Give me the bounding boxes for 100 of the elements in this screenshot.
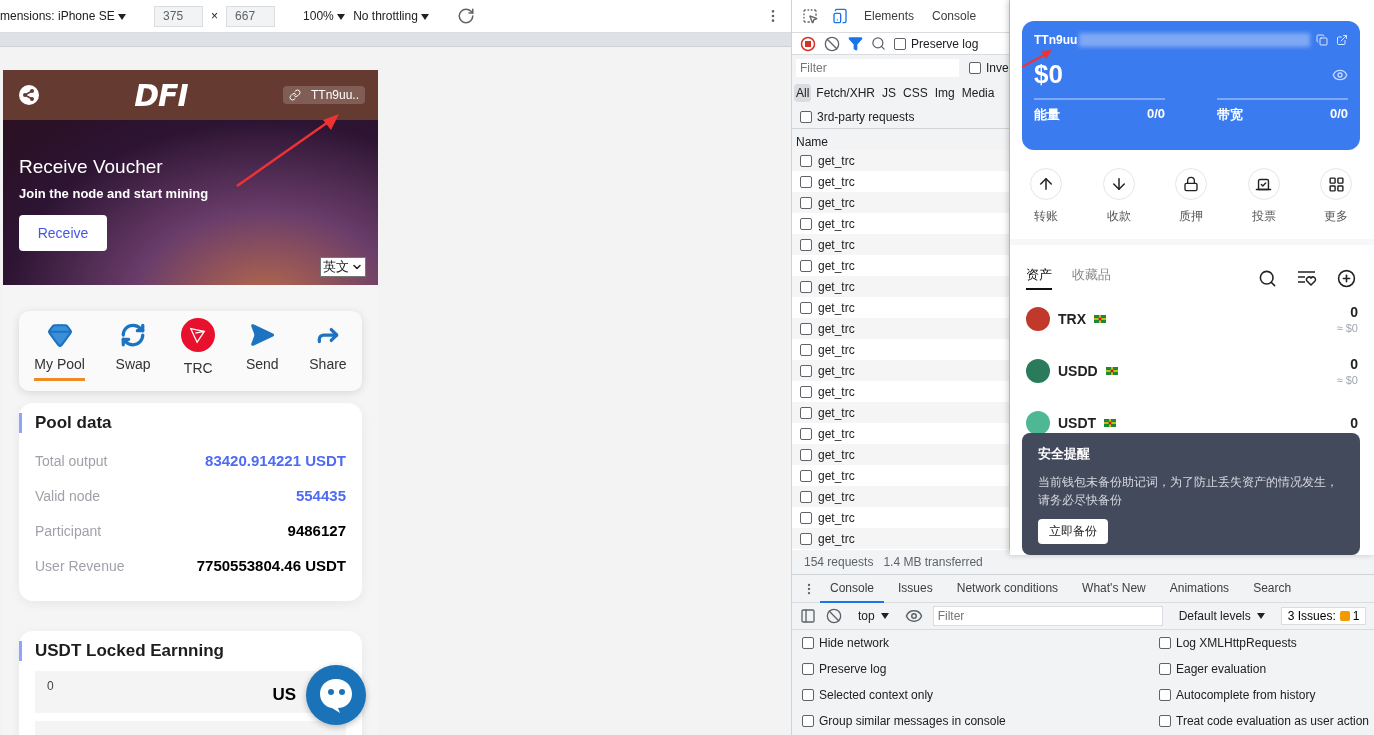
add-icon[interactable] xyxy=(1337,268,1356,288)
nav-item[interactable]: TRC xyxy=(181,317,216,385)
checkbox[interactable] xyxy=(800,511,812,524)
checkbox[interactable] xyxy=(800,469,812,482)
inspect-icon[interactable] xyxy=(802,8,818,24)
checkbox[interactable] xyxy=(800,343,812,356)
type-filter[interactable]: CSS xyxy=(901,84,930,102)
drawer-tab[interactable]: Network conditions xyxy=(946,574,1069,603)
request-name[interactable]: get_trc xyxy=(818,321,855,336)
request-name[interactable]: get_trc xyxy=(818,447,855,462)
drawer-tab[interactable]: Animations xyxy=(1159,574,1240,603)
token-symbol[interactable]: TRX xyxy=(1058,311,1086,327)
throttling-dropdown[interactable]: No throttling xyxy=(353,9,430,23)
width-field[interactable]: 375 xyxy=(154,5,204,27)
filter-icon[interactable] xyxy=(848,36,863,51)
drawer-tab[interactable]: Console xyxy=(820,574,885,603)
setting-checkbox[interactable]: Group similar messages in console xyxy=(802,714,1006,728)
levels-dropdown[interactable]: Default levels xyxy=(1172,608,1271,624)
request-name[interactable]: get_trc xyxy=(818,468,855,483)
request-name[interactable]: get_trc xyxy=(818,237,855,252)
checkbox[interactable] xyxy=(800,175,812,188)
request-name[interactable]: get_trc xyxy=(818,405,855,420)
request-name[interactable]: get_trc xyxy=(818,258,855,273)
checkbox[interactable] xyxy=(800,385,812,398)
setting-checkbox[interactable]: Hide network xyxy=(802,636,890,650)
checkbox[interactable] xyxy=(800,196,812,209)
wallet-address-pill[interactable]: TTn9uu.. xyxy=(282,86,365,104)
asset-tab[interactable]: 资产 xyxy=(1026,266,1052,290)
request-name[interactable]: get_trc xyxy=(818,426,855,441)
drawer-tab[interactable]: What's New xyxy=(1072,574,1156,603)
record-icon[interactable] xyxy=(800,35,816,52)
device-toggle-icon[interactable] xyxy=(832,8,848,24)
checkbox[interactable] xyxy=(800,217,812,230)
checkbox[interactable] xyxy=(800,532,812,545)
filter-field[interactable]: Filter xyxy=(796,59,959,77)
nav-item[interactable]: Swap xyxy=(115,321,151,381)
drawer-tab[interactable]: Search xyxy=(1243,574,1302,603)
asset-tab[interactable]: 收藏品 xyxy=(1072,266,1111,290)
type-filter[interactable]: JS xyxy=(880,84,899,102)
zoom-dropdown[interactable]: 100% xyxy=(303,9,346,23)
checkbox[interactable] xyxy=(800,427,812,440)
height-field[interactable]: 667 xyxy=(226,5,276,27)
language-select[interactable]: 英文 xyxy=(320,257,366,277)
request-name[interactable]: get_trc xyxy=(818,510,855,525)
request-name[interactable]: get_trc xyxy=(818,153,855,168)
drawer-tab[interactable]: Issues xyxy=(888,574,943,603)
setting-checkbox[interactable]: Eager evaluation xyxy=(1159,662,1267,676)
type-filter[interactable]: Fetch/XHR xyxy=(814,84,878,102)
type-filter[interactable]: Img xyxy=(932,84,957,102)
issues-button[interactable]: 3 Issues: 1 xyxy=(1280,607,1367,625)
token-symbol[interactable]: USDD xyxy=(1058,363,1098,379)
preserve-log-checkbox[interactable]: Preserve log xyxy=(894,36,979,51)
eye-icon[interactable] xyxy=(904,607,923,625)
request-name[interactable]: get_trc xyxy=(818,174,855,189)
nav-item[interactable]: Share xyxy=(309,321,347,381)
setting-checkbox[interactable]: Treat code evaluation as user action xyxy=(1159,714,1369,728)
search-icon[interactable] xyxy=(1258,268,1277,288)
request-name[interactable]: get_trc xyxy=(818,531,855,546)
checkbox[interactable] xyxy=(800,490,812,503)
request-name[interactable]: get_trc xyxy=(818,279,855,294)
setting-checkbox[interactable]: Log XMLHttpRequests xyxy=(1159,636,1297,650)
checkbox[interactable] xyxy=(800,406,812,419)
invert-checkbox[interactable]: Inve xyxy=(969,61,1009,75)
checkbox[interactable] xyxy=(800,448,812,461)
backup-button[interactable]: 立即备份 xyxy=(1038,519,1108,544)
devtools-tab[interactable]: Console xyxy=(930,1,979,31)
devtools-tab[interactable]: Elements xyxy=(862,1,917,31)
sidebar-icon[interactable] xyxy=(800,608,816,624)
checkbox[interactable] xyxy=(800,322,812,335)
external-link-icon[interactable] xyxy=(1336,34,1348,46)
console-filter-field[interactable]: Filter xyxy=(932,606,1163,626)
checkbox[interactable] xyxy=(800,238,812,251)
request-name[interactable]: get_trc xyxy=(818,489,855,504)
request-name[interactable]: get_trc xyxy=(818,300,855,315)
list-heart-icon[interactable] xyxy=(1297,269,1317,287)
nav-item[interactable]: My Pool xyxy=(34,321,85,381)
type-filter[interactable]: Media xyxy=(959,84,997,102)
checkbox[interactable] xyxy=(800,280,812,293)
context-dropdown[interactable]: top xyxy=(852,608,895,624)
setting-checkbox[interactable]: Autocomplete from history xyxy=(1159,688,1316,702)
share-icon[interactable] xyxy=(19,85,39,105)
setting-checkbox[interactable]: Preserve log xyxy=(802,662,887,676)
checkbox[interactable] xyxy=(800,301,812,314)
checkbox[interactable] xyxy=(800,259,812,272)
receive-button[interactable]: Receive xyxy=(19,215,107,251)
device-dropdown[interactable]: mensions: iPhone SE xyxy=(0,9,127,23)
clear-icon[interactable] xyxy=(826,608,842,624)
request-name[interactable]: get_trc xyxy=(818,342,855,357)
setting-checkbox[interactable]: Selected context only xyxy=(802,688,934,702)
request-name[interactable]: get_trc xyxy=(818,384,855,399)
clear-icon[interactable] xyxy=(824,35,840,52)
request-name[interactable]: get_trc xyxy=(818,195,855,210)
request-name[interactable]: get_trc xyxy=(818,363,855,378)
token-symbol[interactable]: USDT xyxy=(1058,415,1097,431)
checkbox[interactable] xyxy=(800,364,812,377)
type-filter[interactable]: All xyxy=(794,84,812,102)
checkbox[interactable] xyxy=(800,154,812,167)
request-name[interactable]: get_trc xyxy=(818,216,855,231)
nav-item[interactable]: Send xyxy=(245,321,279,381)
rotate-icon[interactable] xyxy=(457,7,476,25)
